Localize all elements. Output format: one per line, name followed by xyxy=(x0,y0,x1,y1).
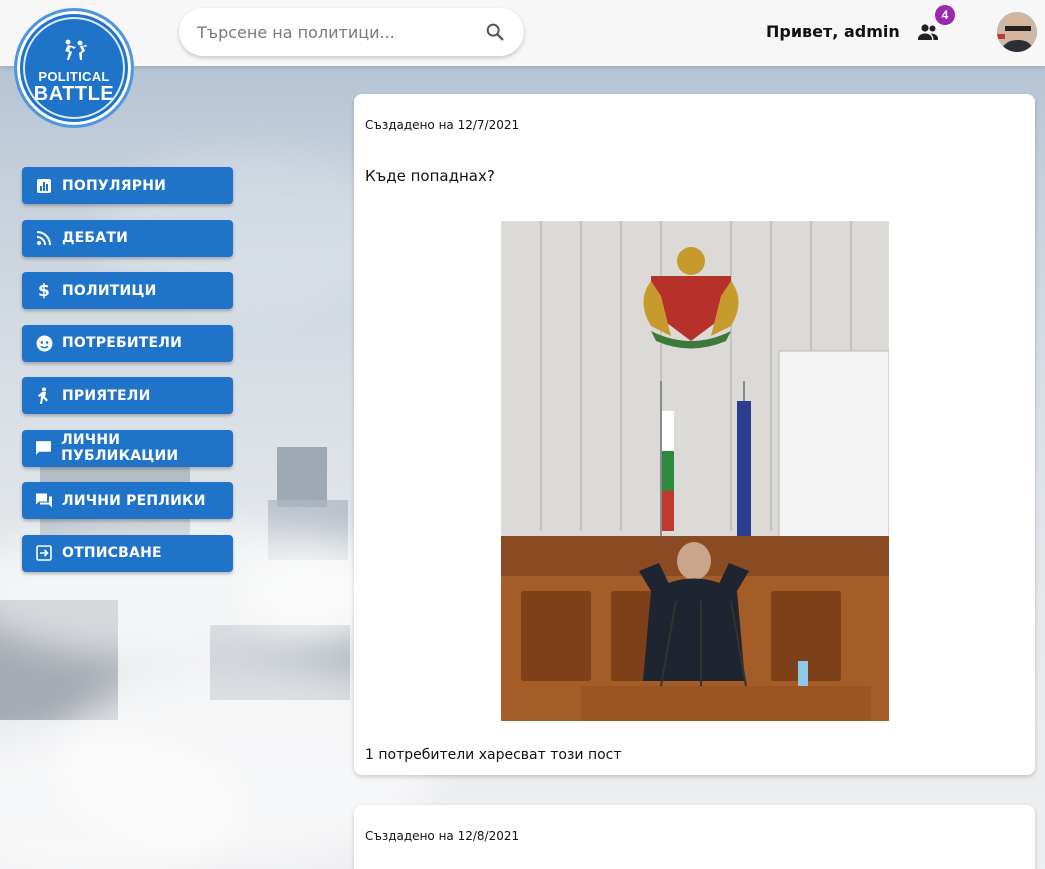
app-logo[interactable]: POLITICAL BATTLE xyxy=(14,8,134,128)
nav-friends-button[interactable]: ПРИЯТЕЛИ xyxy=(22,377,233,414)
nav-debates-button[interactable]: ДЕБАТИ xyxy=(22,219,233,257)
post-likes: 1 потребители харесват този пост xyxy=(365,747,622,763)
parliament-photo xyxy=(501,221,889,721)
nav-popular-button[interactable]: ПОПУЛЯРНИ xyxy=(22,167,233,204)
search-input[interactable] xyxy=(197,22,484,42)
forum-icon xyxy=(35,492,53,510)
nav-personal-posts-button[interactable]: ЛИЧНИ ПУБЛИКАЦИИ xyxy=(22,429,233,467)
bar-chart-icon xyxy=(35,177,53,195)
nav-logout-button[interactable]: ОТПИСВАНЕ xyxy=(22,534,233,572)
nav-personal-posts-label: ЛИЧНИ ПУБЛИКАЦИИ xyxy=(61,432,179,464)
post-text: Къде попаднах? xyxy=(365,167,495,185)
nav-users-button[interactable]: ПОТРЕБИТЕЛИ xyxy=(22,324,233,362)
nav-users-label: ПОТРЕБИТЕЛИ xyxy=(62,335,183,351)
user-avatar[interactable] xyxy=(997,12,1037,52)
nav-personal-replies-label: ЛИЧНИ РЕПЛИКИ xyxy=(62,492,206,509)
chat-bubble-icon xyxy=(35,439,52,457)
person-running-icon xyxy=(35,387,53,405)
nav-friends-label: ПРИЯТЕЛИ xyxy=(62,387,151,404)
search-icon[interactable] xyxy=(484,21,506,43)
post-card: Създадено на 12/7/2021 Къде попаднах? 1 … xyxy=(354,94,1035,775)
avatar-face-icon xyxy=(997,12,1037,52)
greeting-text: Привет, admin xyxy=(766,22,900,41)
notification-badge: 4 xyxy=(935,5,955,25)
face-icon xyxy=(35,334,53,352)
nav-politicians-button[interactable]: $ ПОЛИТИЦИ xyxy=(22,272,233,309)
post-card: Създадено на 12/8/2021 xyxy=(354,805,1035,869)
nav-politicians-label: ПОЛИТИЦИ xyxy=(62,282,157,299)
post-date: Създадено на 12/7/2021 xyxy=(365,118,520,132)
post-date: Създадено на 12/8/2021 xyxy=(365,829,520,843)
sidebar-nav: ПОПУЛЯРНИ ДЕБАТИ $ ПОЛИТИЦИ ПОТРЕБИТЕЛИ … xyxy=(22,167,233,587)
nav-logout-label: ОТПИСВАНЕ xyxy=(62,545,162,561)
search-bar[interactable] xyxy=(179,8,524,56)
nav-personal-replies-button[interactable]: ЛИЧНИ РЕПЛИКИ xyxy=(22,482,233,519)
nav-popular-label: ПОПУЛЯРНИ xyxy=(62,177,167,194)
post-image[interactable] xyxy=(501,221,889,721)
dollar-icon: $ xyxy=(37,280,51,301)
people-icon[interactable] xyxy=(915,20,941,44)
rss-feed-icon xyxy=(35,229,53,247)
nav-debates-label: ДЕБАТИ xyxy=(62,230,129,246)
logout-icon xyxy=(35,544,53,562)
top-header: Привет, admin 4 xyxy=(0,0,1045,66)
